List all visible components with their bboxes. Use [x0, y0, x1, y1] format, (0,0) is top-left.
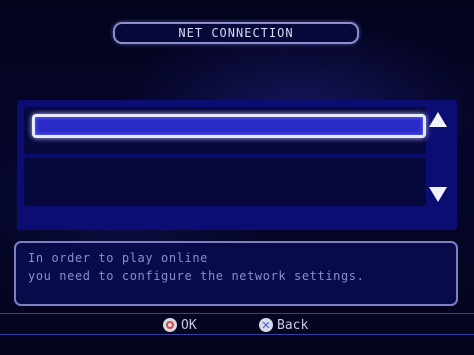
message-line: you need to configure the network settin… [28, 269, 365, 283]
page-title: NET CONNECTION [178, 26, 294, 40]
footer-divider [0, 334, 474, 335]
ok-label: OK [181, 317, 197, 333]
arrow-up-icon[interactable] [429, 112, 447, 127]
footer-divider [0, 313, 474, 314]
arrow-down-icon[interactable] [429, 187, 447, 202]
selection-cursor[interactable] [32, 114, 426, 138]
cross-button-icon: ✕ [259, 318, 273, 332]
connection-list [17, 100, 457, 230]
list-item[interactable] [24, 107, 426, 154]
list-item[interactable] [24, 158, 426, 206]
back-button[interactable]: ✕ Back [259, 316, 308, 334]
circle-button-icon [163, 318, 177, 332]
message-line: In order to play online [28, 251, 208, 265]
ok-button[interactable]: OK [163, 316, 197, 334]
message-box: In order to play online you need to conf… [14, 241, 458, 306]
back-label: Back [277, 317, 309, 333]
title-bar: NET CONNECTION [113, 22, 359, 44]
